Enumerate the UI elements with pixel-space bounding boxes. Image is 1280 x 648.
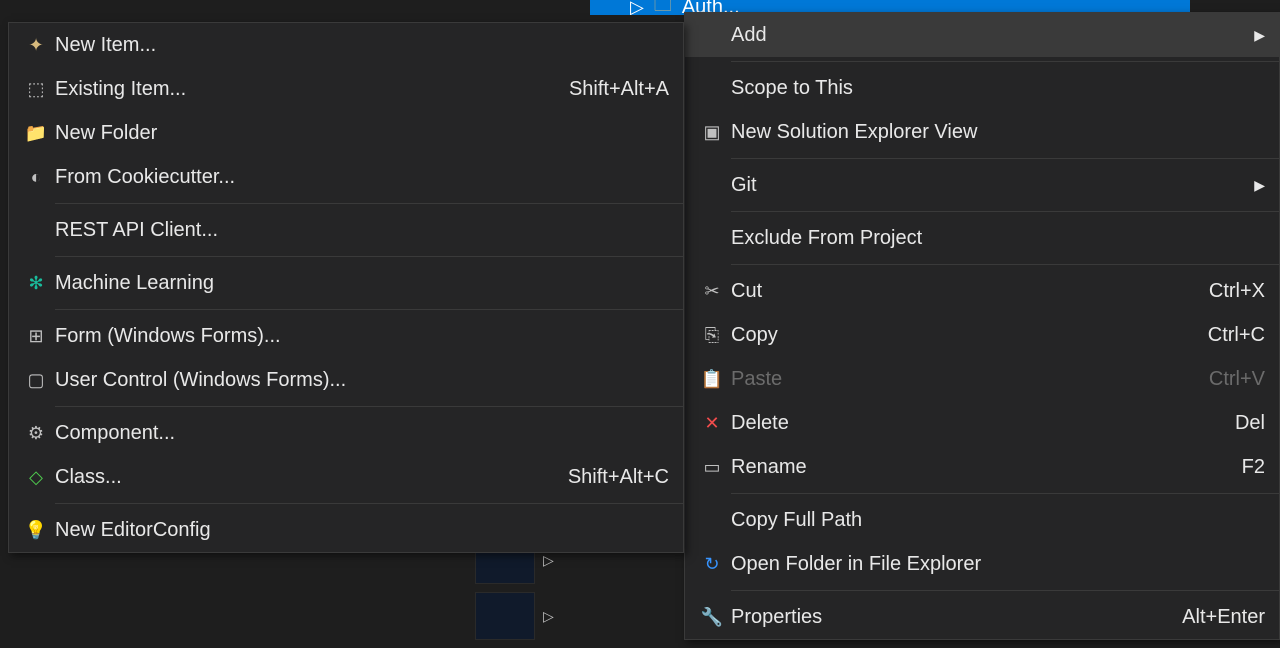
menu-item-label: REST API Client... xyxy=(55,219,669,242)
cookiecutter-icon: ◐ xyxy=(31,167,42,188)
copy-icon: ⎘ xyxy=(705,325,719,346)
menu-item-label: From Cookiecutter... xyxy=(55,166,669,189)
menu-item-label: Open Folder in File Explorer xyxy=(731,553,1265,576)
menu-item-label: New Solution Explorer View xyxy=(731,121,1265,144)
menu-item-new-folder[interactable]: 📁 New Folder xyxy=(9,111,683,155)
menu-item-machine-learning[interactable]: ✻ Machine Learning xyxy=(9,261,683,305)
menu-item-existing-item[interactable]: ⬚ Existing Item...Shift+Alt+A xyxy=(9,67,683,111)
menu-item-add[interactable]: Add▶ xyxy=(685,13,1279,57)
menu-item-copy[interactable]: ⎘ CopyCtrl+C xyxy=(685,313,1279,357)
menu-item-paste: 📋 PasteCtrl+V xyxy=(685,357,1279,401)
explorer-view-icon: ▣ xyxy=(703,122,720,143)
cut-icon: ✂ xyxy=(704,281,719,302)
menu-item-label: Copy Full Path xyxy=(731,509,1265,532)
menu-item-label: Paste xyxy=(731,368,1189,391)
menu-item-label: Properties xyxy=(731,606,1162,629)
document-thumbnail xyxy=(475,592,535,640)
submenu-arrow-icon: ▶ xyxy=(1251,177,1265,194)
add-submenu: ✦ New Item... ⬚ Existing Item...Shift+Alt+A… xyxy=(8,22,684,553)
menu-item-label: Form (Windows Forms)... xyxy=(55,325,669,348)
menu-separator xyxy=(55,309,683,310)
menu-item-label: Machine Learning xyxy=(55,272,669,295)
paste-icon: 📋 xyxy=(701,369,723,390)
menu-item-copy-full-path[interactable]: Copy Full Path xyxy=(685,498,1279,542)
menu-item-label: Git xyxy=(731,174,1251,197)
menu-separator xyxy=(55,256,683,257)
open-folder-icon: ↻ xyxy=(704,554,719,575)
user-control-icon: ▢ xyxy=(27,370,44,391)
menu-item-label: Copy xyxy=(731,324,1188,347)
menu-separator xyxy=(731,211,1279,212)
menu-item-label: Component... xyxy=(55,422,669,445)
menu-item-label: Existing Item... xyxy=(55,78,549,101)
menu-item-git[interactable]: Git▶ xyxy=(685,163,1279,207)
menu-item-properties[interactable]: 🔧 PropertiesAlt+Enter xyxy=(685,595,1279,639)
menu-item-class[interactable]: ◇ Class...Shift+Alt+C xyxy=(9,455,683,499)
class-icon: ◇ xyxy=(29,467,43,488)
menu-item-label: New EditorConfig xyxy=(55,519,669,542)
menu-item-new-solution-explorer-view[interactable]: ▣ New Solution Explorer View xyxy=(685,110,1279,154)
menu-item-component[interactable]: ⚙ Component... xyxy=(9,411,683,455)
menu-item-label: New Folder xyxy=(55,122,669,145)
menu-item-rest-api-client[interactable]: REST API Client... xyxy=(9,208,683,252)
play-arrow-icon: ▷ xyxy=(543,608,554,625)
menu-item-user-control-windows-forms[interactable]: ▢ User Control (Windows Forms)... xyxy=(9,358,683,402)
menu-separator xyxy=(731,158,1279,159)
context-menu: Add▶Scope to This▣New Solution Explorer … xyxy=(684,12,1280,640)
menu-separator xyxy=(55,406,683,407)
menu-item-rename[interactable]: ▭ RenameF2 xyxy=(685,445,1279,489)
play-icon: ▷ xyxy=(630,0,644,15)
menu-item-shortcut: Alt+Enter xyxy=(1162,606,1265,629)
menu-separator xyxy=(55,503,683,504)
existing-item-icon: ⬚ xyxy=(27,79,44,100)
menu-item-exclude-from-project[interactable]: Exclude From Project xyxy=(685,216,1279,260)
menu-separator xyxy=(731,264,1279,265)
menu-item-label: Scope to This xyxy=(731,77,1265,100)
menu-item-shortcut: Shift+Alt+C xyxy=(548,466,669,489)
menu-item-label: Rename xyxy=(731,456,1222,479)
menu-item-label: Cut xyxy=(731,280,1189,303)
menu-separator xyxy=(55,203,683,204)
menu-item-shortcut: Ctrl+C xyxy=(1188,324,1265,347)
menu-separator xyxy=(731,590,1279,591)
menu-item-shortcut: Del xyxy=(1215,412,1265,435)
menu-item-form-windows-forms[interactable]: ⊞ Form (Windows Forms)... xyxy=(9,314,683,358)
delete-icon: ✕ xyxy=(704,413,719,434)
menu-item-label: Delete xyxy=(731,412,1215,435)
new-item-icon: ✦ xyxy=(28,35,43,56)
menu-separator xyxy=(731,61,1279,62)
menu-item-new-editorconfig[interactable]: 💡 New EditorConfig xyxy=(9,508,683,552)
properties-icon: 🔧 xyxy=(701,607,723,628)
play-arrow-icon: ▷ xyxy=(543,552,554,569)
menu-item-label: Class... xyxy=(55,466,548,489)
menu-item-label: Add xyxy=(731,24,1251,47)
component-icon: ⚙ xyxy=(28,423,44,444)
menu-item-new-item[interactable]: ✦ New Item... xyxy=(9,23,683,67)
menu-item-label: User Control (Windows Forms)... xyxy=(55,369,669,392)
menu-item-open-folder-in-file-explorer[interactable]: ↻ Open Folder in File Explorer xyxy=(685,542,1279,586)
menu-item-label: Exclude From Project xyxy=(731,227,1265,250)
menu-item-shortcut: F2 xyxy=(1222,456,1265,479)
menu-item-label: New Item... xyxy=(55,34,669,57)
submenu-arrow-icon: ▶ xyxy=(1251,27,1265,44)
menu-item-delete[interactable]: ✕ DeleteDel xyxy=(685,401,1279,445)
menu-item-shortcut: Ctrl+V xyxy=(1189,368,1265,391)
menu-item-shortcut: Shift+Alt+A xyxy=(549,78,669,101)
ml-icon: ✻ xyxy=(28,273,43,294)
form-icon: ⊞ xyxy=(28,326,43,347)
menu-item-shortcut: Ctrl+X xyxy=(1189,280,1265,303)
menu-item-scope-to-this[interactable]: Scope to This xyxy=(685,66,1279,110)
menu-separator xyxy=(731,493,1279,494)
folder-icon: 🗀 xyxy=(654,0,672,15)
new-folder-icon: 📁 xyxy=(25,123,47,144)
menu-item-from-cookiecutter[interactable]: ◐ From Cookiecutter... xyxy=(9,155,683,199)
menu-item-cut[interactable]: ✂ CutCtrl+X xyxy=(685,269,1279,313)
rename-icon: ▭ xyxy=(703,457,720,478)
editorconfig-icon: 💡 xyxy=(25,520,47,541)
